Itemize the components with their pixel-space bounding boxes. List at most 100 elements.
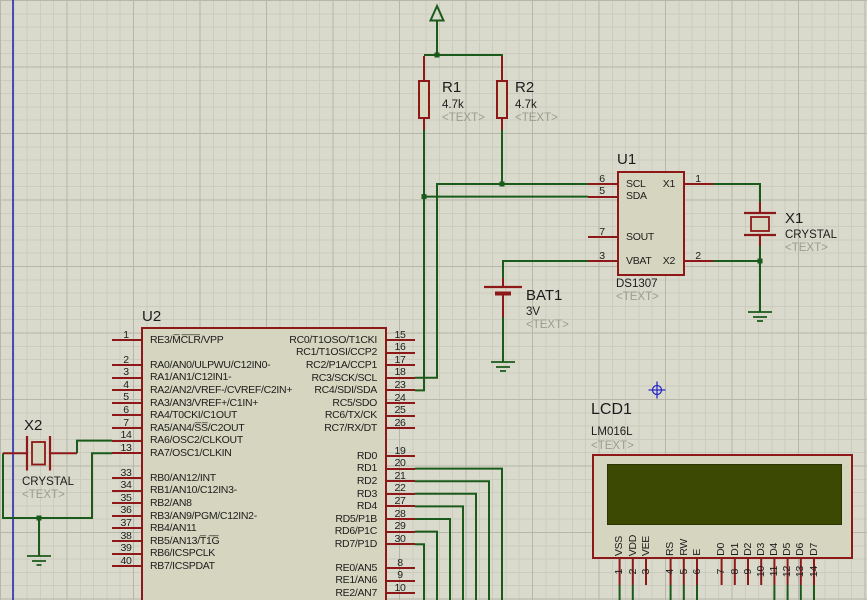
lcd-pin-cell: D1 [728, 520, 741, 556]
pin-number: 5 [599, 185, 605, 198]
pin-number: 4 [664, 568, 677, 575]
lcd-pin-labels-ctrl: RS RW E [664, 520, 704, 556]
lcd1-part-label: LM016L [591, 426, 633, 438]
pin-row: 29 RD6/P1C [150, 521, 415, 538]
resistor-r1-body[interactable] [418, 80, 430, 119]
ground-terminal-icon[interactable] [491, 361, 515, 372]
u2-right-pins-b: 19 RD0 20 RD1 21 RD2 22 RD3 27 RD4 28 RD… [150, 446, 415, 551]
lcd-pin-cell: 5 [677, 559, 690, 584]
wire-rd2[interactable] [415, 480, 490, 600]
pin-label: D3 [754, 543, 767, 556]
wire-scl[interactable] [415, 183, 588, 379]
u1-right-pin-x1: 1 X1 [640, 174, 713, 191]
pin-number: 7 [599, 225, 605, 238]
r2-value-label: 4.7k [515, 99, 537, 111]
pin-number: 10 [754, 565, 767, 578]
pin-number: 18 [394, 366, 406, 379]
pin-number: 1 [695, 172, 701, 185]
pin-number: 25 [394, 404, 406, 417]
pin-label: D7 [807, 543, 820, 556]
wire-rd6[interactable] [415, 530, 438, 600]
pin-label: VDD [626, 534, 639, 556]
pin-label: RD1 [356, 462, 377, 475]
r2-text-label: <TEXT> [515, 112, 558, 124]
wire-u1-x1[interactable] [713, 183, 761, 202]
bat1-value-label: 3V [526, 306, 541, 318]
pin-number: 4 [123, 378, 129, 391]
lcd-pin-cell: 1 [613, 559, 626, 584]
resistor-r2-body[interactable] [496, 80, 508, 119]
pin-label: RD5/P1B [335, 512, 377, 525]
wire-osc2[interactable] [76, 439, 112, 454]
lcd-pin-cell: VEE [639, 520, 652, 556]
wire-rd4[interactable] [415, 505, 464, 600]
bat1-ref-label: BAT1 [526, 287, 563, 304]
lcd-screen [607, 464, 842, 525]
battery-symbol[interactable] [484, 285, 522, 296]
lcd-pin-cell: 4 [664, 559, 677, 584]
u1-right-pin-x2: 2 X2 [640, 251, 713, 268]
pin-label: RA6/OSC2/CLKOUT [150, 434, 243, 447]
pin-number: 2 [123, 353, 129, 366]
pin-number: 38 [120, 529, 132, 542]
pin-label: RW [677, 539, 690, 556]
pin-label: D4 [768, 543, 781, 556]
pin-number: 37 [120, 516, 132, 529]
pin-number: 13 [120, 441, 132, 454]
pin-label: D6 [794, 543, 807, 556]
lcd-pin-labels-data: D0 D1 D2 D3 D4 D5 D6 D7 [715, 520, 821, 556]
pin-row: 23 RC4/SDI/SDA [150, 380, 415, 397]
r1-ref-label: R1 [442, 79, 462, 96]
pin-label: RC4/SDI/SDA [314, 384, 377, 397]
pin-number: 6 [690, 568, 703, 575]
pin-number: 7 [715, 568, 728, 575]
pin-number: 26 [394, 416, 406, 429]
pin-number: 16 [394, 341, 406, 354]
power-terminal-icon[interactable] [428, 3, 446, 55]
pin-number: 1 [123, 328, 129, 341]
pin-number: 34 [120, 479, 132, 492]
r1-value-label: 4.7k [442, 99, 464, 111]
lcd-pin-cell: D2 [741, 520, 754, 556]
pin-number: 20 [394, 457, 406, 470]
pin-label: VEE [639, 535, 652, 556]
wire-rd7[interactable] [415, 543, 425, 600]
pin-row: 26 RC7/RX/DT [150, 418, 415, 435]
pin-number: 1 [613, 568, 626, 575]
pin-number: 36 [120, 504, 132, 517]
crystal-x1-symbol[interactable] [744, 211, 776, 237]
pin-number: 7 [123, 416, 129, 429]
pin-number: 13 [794, 565, 807, 578]
pin-row: 5 SDA [588, 186, 678, 203]
pin-label: RC3/SCK/SCL [311, 371, 377, 384]
ground-terminal-icon[interactable] [748, 311, 772, 322]
pin-label: RS [664, 542, 677, 556]
pin-number: 12 [781, 565, 794, 578]
pin-number: 22 [394, 482, 406, 495]
pin-label: D2 [741, 543, 754, 556]
pin-label: RD0 [356, 449, 377, 462]
pin-label: RC7/RX/DT [324, 422, 377, 435]
pin-number: 29 [394, 520, 406, 533]
lcd1-text-label: <TEXT> [591, 440, 634, 452]
lcd-pin-numbers-data: 7 8 9 10 11 12 13 14 [715, 559, 821, 584]
pin-number: 6 [599, 172, 605, 185]
crystal-x2-symbol[interactable] [25, 436, 52, 471]
pin-row: 17 RC2/P1A/CCP1 [150, 355, 415, 372]
pin-row: 7 SOUT [588, 227, 678, 244]
wire-vbat[interactable] [502, 260, 588, 278]
pin-label: RC2/P1A/CCP1 [305, 359, 377, 372]
pin-row: 19 RD0 [150, 446, 415, 463]
lcd-pin-cell: 10 [755, 559, 768, 584]
r2-ref-label: R2 [515, 79, 535, 96]
pin-number: 10 [394, 581, 406, 594]
ground-terminal-icon[interactable] [27, 555, 51, 566]
wire-lcd-bus[interactable] [618, 585, 815, 600]
lcd-pin-cell: RW [677, 520, 690, 556]
pin-label: SOUT [626, 230, 654, 243]
lcd-pin-cell: RS [664, 520, 677, 556]
u2-right-pins-c: 8 RE0/AN5 9 RE1/AN6 10 RE2/AN7 [150, 558, 415, 600]
pin-label: RD2 [356, 475, 377, 488]
pin-label: D5 [781, 543, 794, 556]
schematic-sheet[interactable]: R1 4.7k <TEXT> R2 4.7k <TEXT> U1 DS1307 … [0, 0, 867, 600]
